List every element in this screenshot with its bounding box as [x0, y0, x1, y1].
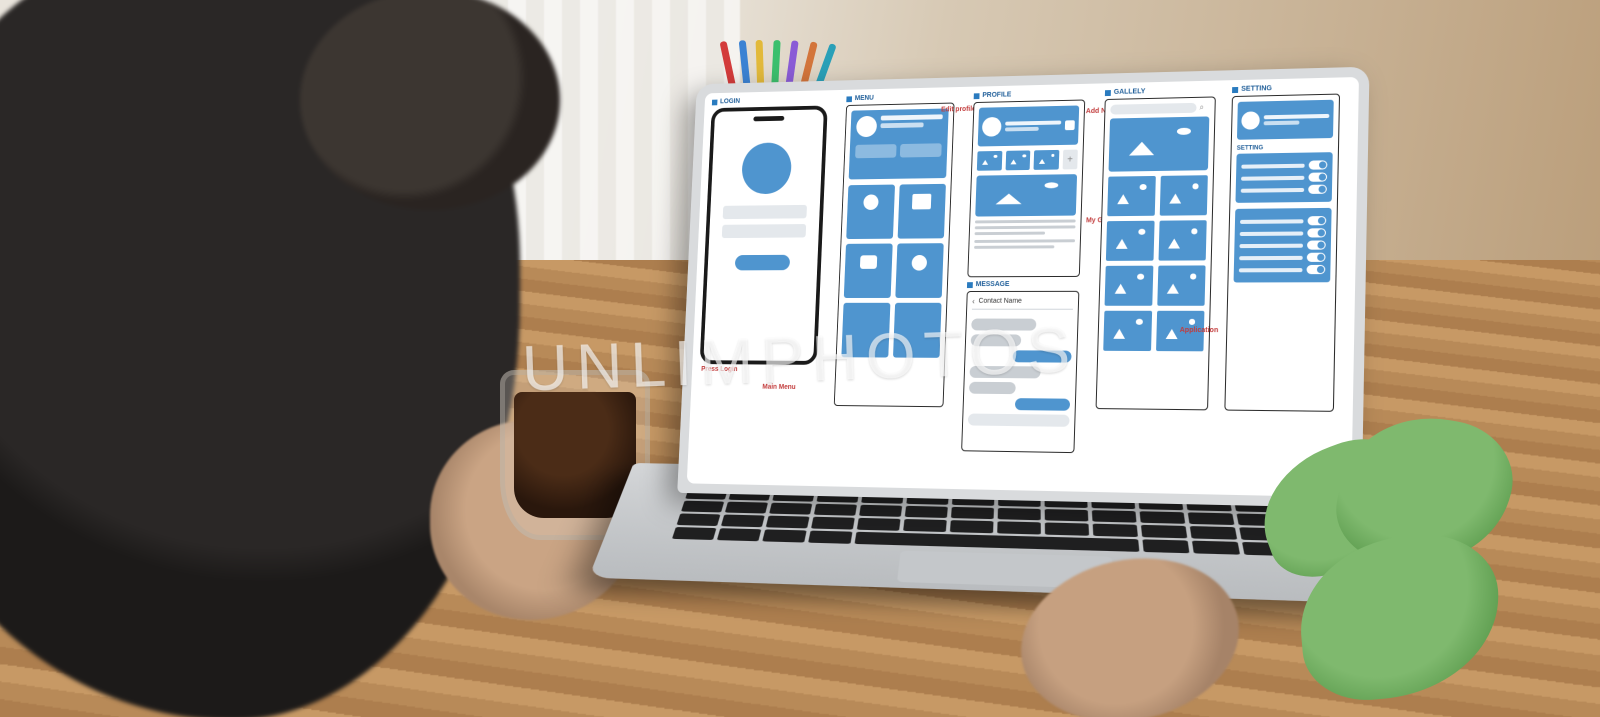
menu-tile-setting[interactable] [895, 243, 944, 298]
setting-toggle[interactable] [1309, 160, 1328, 169]
menu-tile[interactable] [841, 303, 890, 358]
username-input[interactable] [723, 205, 807, 219]
avatar-icon [856, 116, 877, 137]
frame-menu [834, 103, 955, 408]
search-icon[interactable]: ⌕ [1199, 103, 1209, 113]
gallery-thumb[interactable] [1158, 220, 1207, 260]
setting-toggle[interactable] [1308, 216, 1327, 225]
setting-toggle[interactable] [1307, 240, 1326, 249]
setting-group-2 [1234, 208, 1332, 283]
profile-hero-image [975, 174, 1077, 216]
menu-tile-message[interactable] [844, 244, 892, 298]
message-bubble-out [1012, 350, 1071, 362]
setting-subheading: SETTING [1237, 144, 1333, 152]
gallery-thumb[interactable] [1106, 221, 1154, 261]
profile-thumb[interactable] [1034, 150, 1059, 170]
potted-plant [1220, 387, 1580, 717]
user-icon [863, 194, 879, 210]
setting-group-1 [1235, 152, 1332, 203]
section-title-setting: SETTING [1232, 83, 1340, 93]
menu-tile-gallery[interactable] [897, 184, 946, 239]
gallery-hero[interactable] [1109, 116, 1210, 171]
message-input[interactable] [968, 414, 1070, 427]
menu-tab[interactable] [900, 143, 942, 157]
message-bubble-in [969, 382, 1016, 394]
stock-photo-scene: LOGIN Press Login Main Menu M [0, 0, 1600, 717]
gallery-search-input[interactable] [1110, 103, 1196, 115]
add-thumb-button[interactable]: + [1062, 150, 1078, 170]
gallery-thumb[interactable] [1159, 175, 1208, 215]
message-bubble-in [970, 366, 1041, 378]
avatar-icon [1241, 111, 1260, 129]
setting-toggle[interactable] [1308, 172, 1327, 181]
gear-icon [912, 255, 928, 271]
section-menu: MENU [831, 93, 955, 483]
section-title-menu: MENU [846, 93, 955, 102]
section-title-login: LOGIN [712, 96, 828, 105]
contact-name: Contact Name [978, 298, 1021, 305]
section-message: MESSAGE ‹ Contact Name [961, 281, 1080, 453]
frame-setting: SETTING [1224, 94, 1340, 412]
message-bubble-in [971, 334, 1022, 346]
setting-toggle[interactable] [1307, 253, 1326, 262]
gallery-thumb[interactable] [1107, 176, 1155, 216]
menu-tab[interactable] [855, 144, 897, 158]
avatar-icon [982, 117, 1002, 137]
message-bubble-out [1015, 398, 1070, 411]
setting-toggle[interactable] [1307, 265, 1326, 274]
login-button[interactable] [735, 255, 790, 271]
section-title-message: MESSAGE [967, 281, 1080, 288]
section-title-profile: PROFILE [974, 90, 1086, 99]
phone-speaker-icon [753, 116, 784, 121]
password-input[interactable] [722, 224, 806, 238]
menu-header [849, 108, 949, 179]
section-profile: PROFILE Edit profile Add [967, 90, 1085, 278]
annotation-main-menu: Main Menu [762, 384, 796, 391]
section-login: LOGIN Press Login Main Menu [694, 96, 828, 480]
profile-thumb[interactable] [1005, 150, 1030, 170]
phone-mockup-login [700, 105, 828, 364]
menu-tile-profile[interactable] [846, 185, 894, 239]
profile-thumb[interactable] [977, 151, 1002, 171]
setting-toggle[interactable] [1307, 228, 1326, 237]
edit-icon[interactable] [1065, 120, 1075, 130]
gallery-thumb[interactable] [1157, 265, 1206, 305]
message-icon [860, 255, 877, 269]
section-gallery: GALLELY ⌕ [1093, 87, 1216, 489]
gallery-thumb[interactable] [1105, 266, 1153, 306]
profile-header [978, 105, 1080, 146]
message-header: ‹ Contact Name [972, 297, 1073, 310]
menu-tile[interactable] [893, 303, 942, 358]
message-bubble-in [971, 319, 1036, 331]
back-icon[interactable]: ‹ [972, 297, 975, 306]
setting-toggle[interactable] [1308, 185, 1327, 194]
frame-profile: Add New + [967, 99, 1085, 277]
gallery-thumb[interactable] [1103, 311, 1151, 351]
setting-header [1237, 100, 1334, 140]
annotation-edit-profile: Edit profile [941, 106, 976, 114]
frame-gallery: ⌕ [1096, 96, 1216, 410]
annotation-application: Application [1180, 327, 1219, 334]
avatar-placeholder-icon [741, 142, 792, 194]
section-title-gallery: GALLELY [1105, 87, 1216, 97]
coffee-liquid [514, 392, 636, 518]
frame-message: ‹ Contact Name [961, 291, 1079, 453]
annotation-press-login: Press Login [701, 366, 738, 373]
